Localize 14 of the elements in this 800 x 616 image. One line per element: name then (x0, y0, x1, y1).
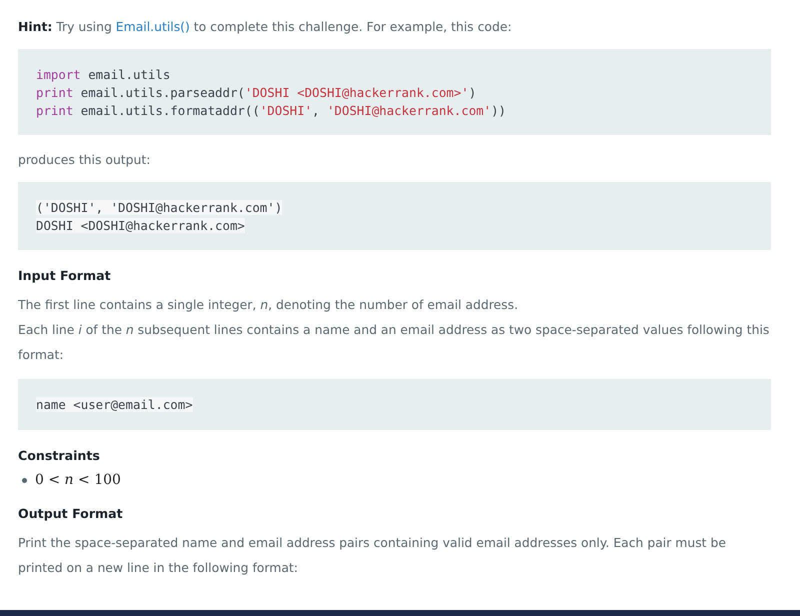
bullet-icon (22, 478, 27, 482)
hint-text: Hint: Try using Email.utils() to complete this challenge. For example, this code: (18, 18, 513, 36)
description-text: The first line contains a single integer, n, denoting the number of email address. (18, 296, 520, 314)
constraint-text: 0 < n < 100 (35, 472, 121, 488)
section-heading: Input Format (18, 268, 112, 283)
description-text: Each line i of the n subsequent lines contains a name and an email address as two space-separated values following this format: (18, 321, 770, 364)
code-line: import email.utils (36, 66, 172, 84)
section-heading: Output Format (18, 506, 124, 521)
code-line: print email.utils.parseaddr('DOSHI <DOSHI@hackerrank.com>') (36, 84, 478, 102)
description-text: Print the space-separated name and email address pairs containing valid email addresses only. Each pair must be printed on a new line in the following format: (18, 534, 727, 577)
email-utils-link[interactable]: Email.utils() (116, 19, 190, 34)
output-intro-text: produces this output: (18, 151, 152, 169)
section-heading: Constraints (18, 448, 101, 463)
code-line: print email.utils.formataddr(('DOSHI', 'DOSHI@hackerrank.com')) (36, 102, 507, 120)
